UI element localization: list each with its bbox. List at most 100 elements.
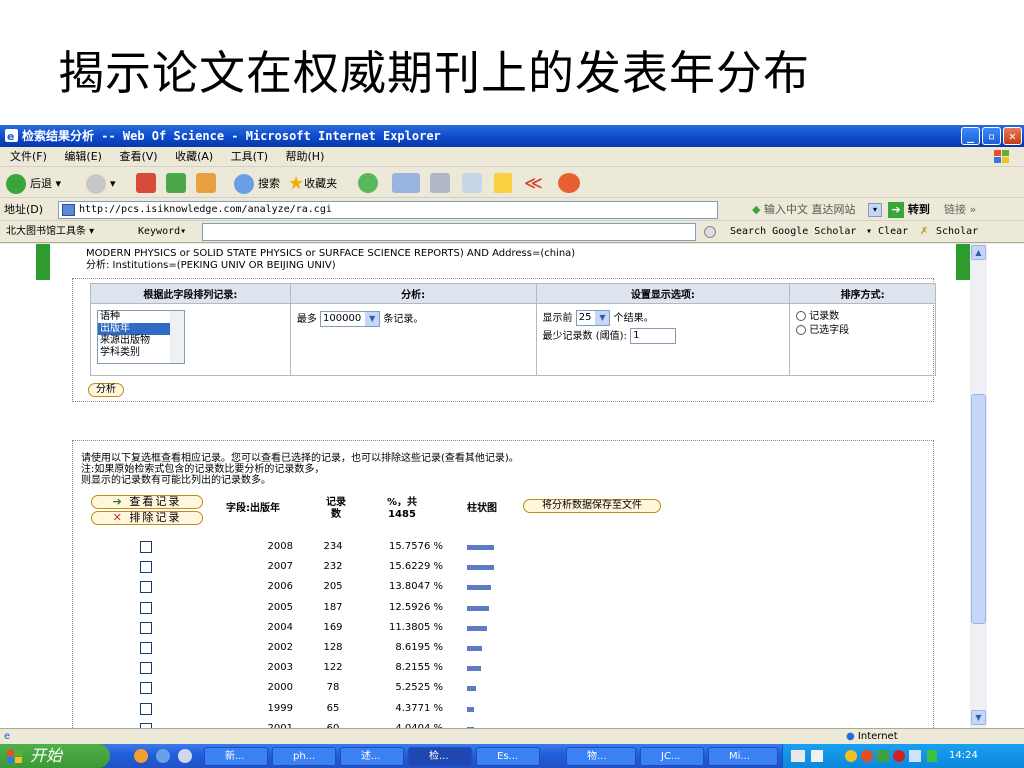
tray-app-icon[interactable]	[893, 750, 905, 762]
arrow-right-icon: ➔	[112, 495, 124, 508]
google-toolbar: 北大图书馆工具条 ▾ Keyword▾ Search Google Schola…	[0, 221, 1024, 243]
search-icon	[234, 174, 254, 194]
row-count: 65	[326, 702, 340, 714]
forward-button[interactable]: ▾	[86, 173, 116, 195]
radio-icon[interactable]	[796, 311, 807, 321]
row-percent: 15.7576 %	[388, 541, 443, 552]
menu-file[interactable]: 文件(F)	[10, 150, 47, 163]
go-button[interactable]: ➔ 转到	[888, 199, 930, 221]
scrollbar-thumb[interactable]	[971, 394, 986, 624]
network-icon[interactable]	[909, 750, 921, 762]
options-table: 根据此字段排列记录: 分析: 设置显示选项: 排序方式: 语种 出版年 来源出版…	[90, 283, 936, 376]
minimize-button[interactable]: _	[961, 127, 980, 145]
max-records-select[interactable]: 100000 ▼	[320, 311, 381, 327]
task-button[interactable]: 新...	[204, 747, 268, 766]
menu-favorites[interactable]: 收藏(A)	[175, 150, 213, 163]
mail-icon[interactable]	[392, 173, 420, 193]
menu-help[interactable]: 帮助(H)	[286, 150, 325, 163]
row-checkbox[interactable]	[140, 601, 152, 614]
field-listbox[interactable]: 语种 出版年 来源出版物 学科类别	[97, 310, 185, 364]
scholar-search-button[interactable]: Search Google Scholar	[730, 221, 856, 243]
min-label: 最少记录数 (阈值):	[542, 331, 627, 342]
radio-icon[interactable]	[796, 325, 807, 335]
keyword-dropdown[interactable]: Keyword▾	[138, 221, 186, 243]
row-count: 78	[326, 682, 340, 694]
task-button[interactable]: 物...	[566, 747, 636, 766]
task-button[interactable]: 述...	[340, 747, 404, 766]
search-button[interactable]: 搜索	[234, 173, 280, 195]
analyze-button[interactable]: 分析	[88, 383, 124, 397]
sort-option-field[interactable]: 已选字段	[796, 324, 929, 338]
menu-tools[interactable]: 工具(T)	[231, 150, 268, 163]
row-checkbox[interactable]	[140, 561, 152, 574]
query-line-2: 分析: Institutions=(PEKING UNIV OR BEIJING…	[86, 260, 336, 271]
research-icon[interactable]: ≪	[524, 173, 544, 194]
volume-icon[interactable]	[927, 750, 937, 762]
svg-text:e: e	[7, 130, 14, 143]
stop-icon[interactable]	[136, 173, 156, 193]
tray-app-icon[interactable]	[845, 750, 857, 762]
links-button[interactable]: 链接 »	[944, 199, 976, 221]
zone-indicator: ● Internet	[846, 729, 898, 745]
window-titlebar[interactable]: e 检索结果分析 -- Web Of Science - Microsoft I…	[0, 125, 1024, 147]
task-button[interactable]: ph...	[272, 747, 336, 766]
scholar-button[interactable]: Scholar	[936, 221, 978, 243]
row-checkbox[interactable]	[140, 621, 152, 634]
maximize-button[interactable]: ▫	[982, 127, 1001, 145]
address-input[interactable]: http://pcs.isiknowledge.com/analyze/ra.c…	[58, 201, 718, 219]
row-year: 2002	[267, 642, 293, 653]
tray-app-icon[interactable]	[877, 750, 889, 762]
address-dropdown[interactable]: ▾	[868, 203, 882, 217]
menu-view[interactable]: 查看(V)	[119, 150, 157, 163]
history-icon[interactable]	[358, 173, 378, 193]
back-button[interactable]: 后退 ▾	[6, 173, 61, 195]
quicklaunch-icon[interactable]	[156, 749, 170, 763]
start-button[interactable]: 开始	[0, 744, 110, 768]
left-accent-bar	[36, 244, 50, 280]
home-icon[interactable]	[196, 173, 216, 193]
task-button[interactable]: Es...	[476, 747, 540, 766]
help-icon[interactable]	[811, 750, 823, 762]
min-threshold-input[interactable]: 1	[630, 328, 677, 344]
chevron-down-icon: ▼	[365, 312, 380, 326]
discuss-icon[interactable]	[494, 173, 512, 193]
keyboard-icon[interactable]	[791, 750, 805, 762]
scholar-search-icon	[704, 226, 716, 238]
close-button[interactable]: ✕	[1003, 127, 1022, 145]
row-bar	[467, 686, 476, 692]
quicklaunch-icon[interactable]	[134, 749, 148, 763]
scroll-down-icon[interactable]: ▼	[971, 710, 986, 725]
header-analyze: 分析:	[289, 283, 537, 304]
vertical-scrollbar[interactable]: ▲ ▼	[970, 244, 987, 728]
show-count-select[interactable]: 25 ▼	[575, 310, 611, 326]
go-arrow-icon: ➔	[888, 202, 904, 218]
scroll-up-icon[interactable]: ▲	[971, 245, 986, 260]
task-button[interactable]: JC...	[640, 747, 704, 766]
view-records-button[interactable]: ➔ 查看记录	[91, 495, 203, 509]
save-data-button[interactable]: 将分析数据保存至文件	[523, 499, 661, 513]
messenger-icon[interactable]	[558, 173, 580, 193]
exclude-records-button[interactable]: ✕ 排除记录	[91, 511, 203, 525]
row-checkbox[interactable]	[140, 682, 152, 695]
clear-button[interactable]: ▾ Clear	[866, 221, 908, 243]
row-checkbox[interactable]	[140, 702, 152, 715]
task-button[interactable]: Mi...	[708, 747, 778, 766]
tray-app-icon[interactable]	[861, 750, 873, 762]
listbox-scrollbar[interactable]	[170, 311, 184, 363]
edit-icon[interactable]	[462, 173, 482, 193]
quicklaunch-icon[interactable]	[178, 749, 192, 763]
sort-option-count[interactable]: 记录数	[796, 310, 929, 324]
task-button-active[interactable]: 检...	[408, 747, 472, 766]
refresh-icon[interactable]	[166, 173, 186, 193]
row-checkbox[interactable]	[140, 642, 152, 654]
print-icon[interactable]	[430, 173, 450, 193]
row-checkbox[interactable]	[140, 581, 152, 594]
row-checkbox[interactable]	[140, 662, 152, 675]
keyword-input[interactable]	[202, 223, 696, 241]
row-checkbox[interactable]	[140, 541, 152, 553]
menu-edit[interactable]: 编辑(E)	[64, 150, 102, 163]
table-row: 1999 65 4.3771 %	[73, 699, 573, 719]
google-toolbar-label[interactable]: 北大图书馆工具条 ▾	[6, 221, 94, 243]
favorites-button[interactable]: ★收藏夹	[288, 173, 337, 195]
field-option-selected[interactable]: 出版年	[98, 323, 170, 335]
